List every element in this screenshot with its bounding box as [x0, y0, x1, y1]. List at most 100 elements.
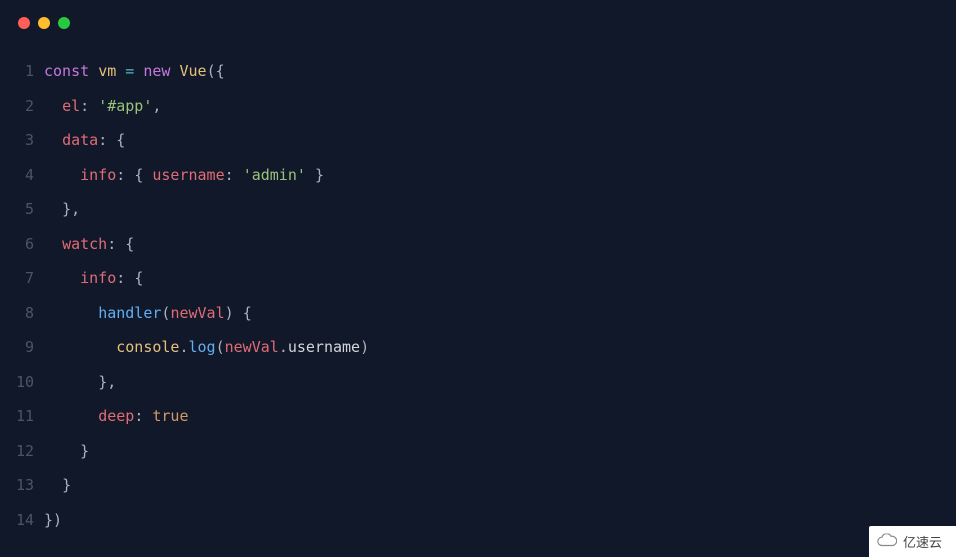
close-icon[interactable]: [18, 17, 30, 29]
code-content[interactable]: handler(newVal) {: [44, 296, 252, 331]
code-content[interactable]: },: [44, 365, 116, 400]
token-punc: },: [62, 200, 80, 218]
code-content[interactable]: deep: true: [44, 399, 189, 434]
token-plain: [44, 200, 62, 218]
token-plain: [234, 166, 243, 184]
token-plain: [125, 269, 134, 287]
token-plain: [44, 442, 80, 460]
code-content[interactable]: const vm = new Vue({: [44, 54, 225, 89]
line-number: 9: [0, 330, 44, 365]
code-content[interactable]: info: { username: 'admin' }: [44, 158, 324, 193]
line-number: 4: [0, 158, 44, 193]
line-number: 11: [0, 399, 44, 434]
token-plain: [306, 166, 315, 184]
line-number: 8: [0, 296, 44, 331]
token-plain: [44, 304, 98, 322]
token-punc: (: [207, 62, 216, 80]
token-plain: [44, 407, 98, 425]
token-punc: },: [98, 373, 116, 391]
token-prop: watch: [62, 235, 107, 253]
token-punc: :: [107, 235, 116, 253]
token-plain: [44, 97, 62, 115]
token-punc: }: [62, 476, 71, 494]
token-func: handler: [98, 304, 161, 322]
line-number: 13: [0, 468, 44, 503]
token-plain: [44, 373, 98, 391]
token-punc: ,: [152, 97, 161, 115]
code-line[interactable]: 1const vm = new Vue({: [0, 54, 956, 89]
code-line[interactable]: 2 el: '#app',: [0, 89, 956, 124]
token-punc: :: [134, 407, 143, 425]
token-plain: [44, 476, 62, 494]
token-punc: :: [116, 269, 125, 287]
code-line[interactable]: 13 }: [0, 468, 956, 503]
code-line[interactable]: 5 },: [0, 192, 956, 227]
code-content[interactable]: }: [44, 468, 71, 503]
token-plain: [125, 166, 134, 184]
code-line[interactable]: 6 watch: {: [0, 227, 956, 262]
token-plain: [234, 304, 243, 322]
line-number: 10: [0, 365, 44, 400]
line-number: 1: [0, 54, 44, 89]
token-plain: [134, 62, 143, 80]
token-bool: true: [152, 407, 188, 425]
code-line[interactable]: 11 deep: true: [0, 399, 956, 434]
token-punc: ): [225, 304, 234, 322]
code-line[interactable]: 12 }: [0, 434, 956, 469]
code-content[interactable]: }: [44, 434, 89, 469]
code-line[interactable]: 7 info: {: [0, 261, 956, 296]
code-content[interactable]: data: {: [44, 123, 125, 158]
cloud-icon: [877, 533, 897, 550]
token-punc: {: [216, 62, 225, 80]
token-param: newVal: [170, 304, 224, 322]
code-line[interactable]: 4 info: { username: 'admin' }: [0, 158, 956, 193]
code-line[interactable]: 3 data: {: [0, 123, 956, 158]
token-plain: username: [288, 338, 360, 356]
token-punc: {: [134, 269, 143, 287]
token-op: =: [125, 62, 134, 80]
token-punc: }): [44, 511, 62, 529]
token-prop: deep: [98, 407, 134, 425]
watermark: 亿速云: [869, 526, 956, 557]
token-class: Vue: [179, 62, 206, 80]
token-plain: [116, 62, 125, 80]
code-editor[interactable]: 1const vm = new Vue({2 el: '#app',3 data…: [0, 46, 956, 545]
token-prop: username: [152, 166, 224, 184]
code-content[interactable]: },: [44, 192, 80, 227]
token-punc: :: [225, 166, 234, 184]
token-func: log: [189, 338, 216, 356]
code-content[interactable]: info: {: [44, 261, 143, 296]
token-prop: info: [80, 269, 116, 287]
code-content[interactable]: el: '#app',: [44, 89, 161, 124]
token-plain: [89, 97, 98, 115]
code-content[interactable]: watch: {: [44, 227, 134, 262]
code-content[interactable]: }): [44, 503, 62, 538]
token-plain: [89, 62, 98, 80]
token-param: newVal: [225, 338, 279, 356]
token-plain: [116, 235, 125, 253]
token-punc: {: [134, 166, 143, 184]
token-punc: .: [279, 338, 288, 356]
token-punc: {: [243, 304, 252, 322]
token-punc: .: [179, 338, 188, 356]
token-plain: [44, 235, 62, 253]
window-titlebar: [0, 0, 956, 46]
code-line[interactable]: 9 console.log(newVal.username): [0, 330, 956, 365]
code-line[interactable]: 8 handler(newVal) {: [0, 296, 956, 331]
token-punc: :: [98, 131, 107, 149]
code-line[interactable]: 14}): [0, 503, 956, 538]
token-kw: new: [143, 62, 170, 80]
line-number: 12: [0, 434, 44, 469]
token-punc: ): [360, 338, 369, 356]
maximize-icon[interactable]: [58, 17, 70, 29]
token-punc: :: [80, 97, 89, 115]
code-line[interactable]: 10 },: [0, 365, 956, 400]
token-prop: data: [62, 131, 98, 149]
line-number: 3: [0, 123, 44, 158]
token-kw: const: [44, 62, 89, 80]
code-content[interactable]: console.log(newVal.username): [44, 330, 369, 365]
token-plain: [44, 166, 80, 184]
watermark-text: 亿速云: [903, 532, 942, 551]
minimize-icon[interactable]: [38, 17, 50, 29]
token-plain: [107, 131, 116, 149]
